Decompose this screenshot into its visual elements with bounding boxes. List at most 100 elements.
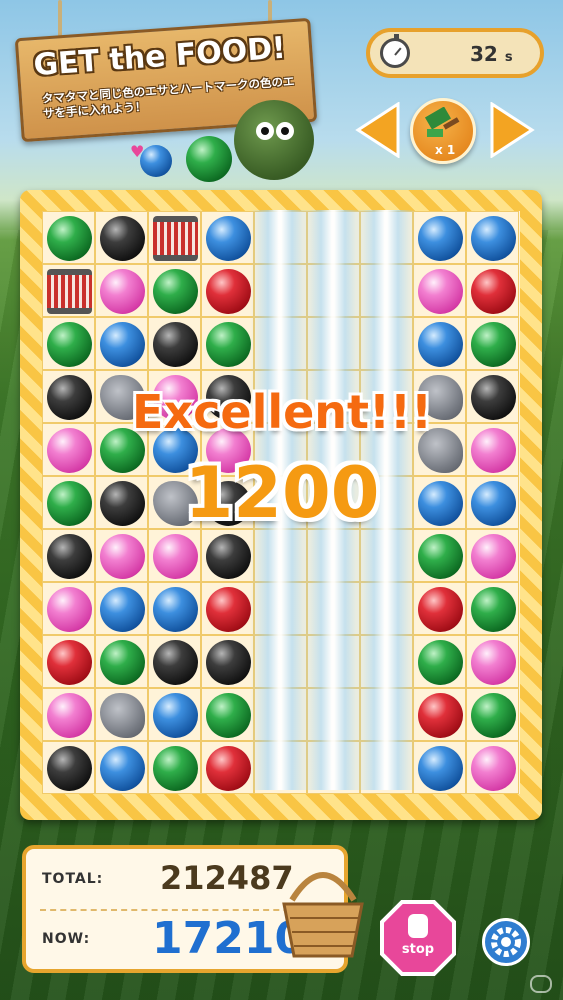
board-cell[interactable] <box>148 211 201 264</box>
red-ball[interactable] <box>206 269 251 314</box>
green-ball[interactable] <box>47 481 92 526</box>
board-cell[interactable] <box>413 529 466 582</box>
pink-ball[interactable] <box>471 428 516 473</box>
black-ball[interactable] <box>100 481 145 526</box>
board-cell[interactable] <box>413 476 466 529</box>
pink-ball[interactable] <box>418 269 463 314</box>
green-ball[interactable] <box>153 269 198 314</box>
blue-ball[interactable] <box>471 216 516 261</box>
board-cell[interactable] <box>95 317 148 370</box>
board-cell[interactable] <box>201 688 254 741</box>
green-ball[interactable] <box>206 693 251 738</box>
red-ball[interactable] <box>206 746 251 791</box>
board-cell[interactable] <box>95 264 148 317</box>
pink-ball[interactable] <box>47 587 92 632</box>
board-cell[interactable] <box>148 317 201 370</box>
pink-ball[interactable] <box>100 269 145 314</box>
board-cell[interactable] <box>466 211 519 264</box>
pink-ball[interactable] <box>471 640 516 685</box>
blue-ball[interactable] <box>418 216 463 261</box>
red-ball[interactable] <box>471 269 516 314</box>
red-ball[interactable] <box>418 587 463 632</box>
board-cell[interactable] <box>42 476 95 529</box>
green-ball[interactable] <box>206 322 251 367</box>
pink-ball[interactable] <box>471 746 516 791</box>
pink-ball[interactable] <box>100 534 145 579</box>
rock-obstacle[interactable] <box>100 693 145 738</box>
board-cell[interactable] <box>466 317 519 370</box>
black-ball[interactable] <box>47 375 92 420</box>
board-cell[interactable] <box>413 741 466 794</box>
black-ball[interactable] <box>206 534 251 579</box>
board-cell[interactable] <box>466 529 519 582</box>
black-ball[interactable] <box>47 746 92 791</box>
board-cell[interactable] <box>42 688 95 741</box>
board-cell[interactable] <box>95 476 148 529</box>
board-cell[interactable] <box>42 423 95 476</box>
green-ball[interactable] <box>418 534 463 579</box>
pink-ball[interactable] <box>471 534 516 579</box>
board-cell[interactable] <box>466 370 519 423</box>
board-cell[interactable] <box>95 741 148 794</box>
board-cell[interactable] <box>201 211 254 264</box>
blue-ball[interactable] <box>418 322 463 367</box>
stop-button[interactable]: stop <box>380 900 456 976</box>
pink-ball[interactable] <box>47 428 92 473</box>
board-cell[interactable] <box>201 635 254 688</box>
blue-ball[interactable] <box>471 481 516 526</box>
item-prev-arrow-icon[interactable] <box>352 102 402 158</box>
board-cell[interactable] <box>148 635 201 688</box>
board-cell[interactable] <box>466 688 519 741</box>
red-ball[interactable] <box>418 693 463 738</box>
board-cell[interactable] <box>466 264 519 317</box>
green-ball[interactable] <box>100 640 145 685</box>
board-cell[interactable] <box>466 582 519 635</box>
green-ball[interactable] <box>47 322 92 367</box>
board-cell[interactable] <box>201 317 254 370</box>
board-cell[interactable] <box>42 211 95 264</box>
settings-button[interactable] <box>482 918 530 966</box>
board-cell[interactable] <box>201 264 254 317</box>
green-ball[interactable] <box>471 322 516 367</box>
board-cell[interactable] <box>466 476 519 529</box>
board-cell[interactable] <box>95 529 148 582</box>
blue-ball[interactable] <box>100 746 145 791</box>
black-ball[interactable] <box>100 216 145 261</box>
board-cell[interactable] <box>148 741 201 794</box>
red-ball[interactable] <box>206 587 251 632</box>
black-ball[interactable] <box>47 534 92 579</box>
board-cell[interactable] <box>42 529 95 582</box>
board-cell[interactable] <box>148 582 201 635</box>
blue-ball[interactable] <box>100 322 145 367</box>
green-ball[interactable] <box>153 746 198 791</box>
blue-ball[interactable] <box>153 587 198 632</box>
cage-obstacle[interactable] <box>47 269 92 314</box>
board-cell[interactable] <box>413 264 466 317</box>
blue-ball[interactable] <box>418 481 463 526</box>
board-cell[interactable] <box>42 635 95 688</box>
board-cell[interactable] <box>148 264 201 317</box>
green-ball[interactable] <box>47 216 92 261</box>
board-cell[interactable] <box>95 635 148 688</box>
board-cell[interactable] <box>201 582 254 635</box>
pink-ball[interactable] <box>153 534 198 579</box>
pink-ball[interactable] <box>47 693 92 738</box>
red-ball[interactable] <box>47 640 92 685</box>
board-cell[interactable] <box>466 423 519 476</box>
board-cell[interactable] <box>413 582 466 635</box>
board-cell[interactable] <box>42 264 95 317</box>
board-cell[interactable] <box>466 741 519 794</box>
board-cell[interactable] <box>95 688 148 741</box>
green-ball[interactable] <box>471 587 516 632</box>
board-cell[interactable] <box>466 635 519 688</box>
item-button[interactable]: x 1 <box>410 98 476 164</box>
board-cell[interactable] <box>413 688 466 741</box>
blue-ball[interactable] <box>153 693 198 738</box>
blue-ball[interactable] <box>418 746 463 791</box>
blue-ball[interactable] <box>100 587 145 632</box>
board-cell[interactable] <box>148 529 201 582</box>
black-ball[interactable] <box>153 640 198 685</box>
board-cell[interactable] <box>95 582 148 635</box>
cage-obstacle[interactable] <box>153 216 198 261</box>
board-cell[interactable] <box>413 317 466 370</box>
